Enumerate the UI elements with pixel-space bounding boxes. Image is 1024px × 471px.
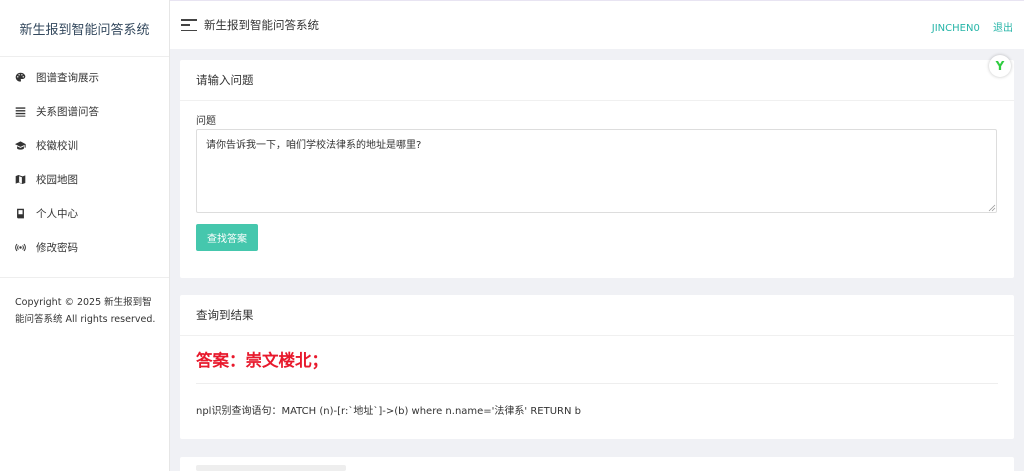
next-card-partial <box>180 457 1014 471</box>
resize-grip-icon[interactable] <box>988 204 996 212</box>
graduation-cap-icon <box>13 138 27 152</box>
sidebar-item-label: 关系图谱问答 <box>36 105 99 118</box>
page-title: 新生报到智能问答系统 <box>204 18 319 32</box>
result-card-header: 查询到结果 <box>180 295 1014 336</box>
sidebar-item-change-password[interactable]: 修改密码 <box>0 230 169 264</box>
sidebar-item-personal-center[interactable]: 个人中心 <box>0 196 169 230</box>
sidebar-item-relation-qa[interactable]: 关系图谱问答 <box>0 94 169 128</box>
sidebar-menu: 图谱查询展示 关系图谱问答 校徽校训 校园地图 个人中心 修改密码 <box>0 57 169 264</box>
copyright-text: Copyright © 2025 新生报到智能问答系统 All rights r… <box>15 297 156 325</box>
logout-link[interactable]: 退出 <box>993 23 1013 34</box>
nlp-query-text: npl识别查询语句：MATCH (n)-[r:`地址`]->(b) where … <box>196 406 582 417</box>
username-link[interactable]: JINCHEN0 <box>932 23 980 34</box>
answer-divider <box>196 383 998 384</box>
sidebar-item-label: 个人中心 <box>36 207 78 220</box>
sidebar-item-label: 修改密码 <box>36 241 78 254</box>
sidebar-item-label: 校园地图 <box>36 173 78 186</box>
map-icon <box>13 172 27 186</box>
sidebar-divider <box>0 277 169 278</box>
palette-icon <box>13 70 27 84</box>
top-bar: 新生报到智能问答系统 JINCHEN0 退出 <box>170 0 1024 49</box>
sidebar-item-label: 校徽校训 <box>36 139 78 152</box>
faded-header <box>196 465 346 471</box>
user-menu: JINCHEN0 退出 <box>922 19 1013 34</box>
book-icon <box>13 206 27 220</box>
sidebar-item-campus-map[interactable]: 校园地图 <box>0 162 169 196</box>
result-card: 查询到结果 答案：崇文楼北； npl识别查询语句：MATCH (n)-[r:`地… <box>180 295 1014 439</box>
find-answer-button[interactable]: 查找答案 <box>196 224 258 251</box>
assistant-badge-icon[interactable]: Y <box>989 55 1011 77</box>
sidebar-item-graph-query[interactable]: 图谱查询展示 <box>0 60 169 94</box>
answer-text: 答案：崇文楼北； <box>196 351 328 370</box>
app-brand: 新生报到智能问答系统 <box>0 0 169 57</box>
question-card-header: 请输入问题 <box>180 60 1014 101</box>
sidebar-item-school-motto[interactable]: 校徽校训 <box>0 128 169 162</box>
question-label: 问题 <box>196 116 216 127</box>
broadcast-icon <box>13 240 27 254</box>
question-card: 请输入问题 Y 问题 查找答案 <box>180 55 1014 278</box>
list-icon <box>13 104 27 118</box>
sidebar: 新生报到智能问答系统 图谱查询展示 关系图谱问答 校徽校训 校园地图 个人中心 … <box>0 0 170 471</box>
question-input[interactable] <box>196 129 997 213</box>
sidebar-item-label: 图谱查询展示 <box>36 71 99 84</box>
menu-toggle-icon[interactable] <box>181 19 197 31</box>
